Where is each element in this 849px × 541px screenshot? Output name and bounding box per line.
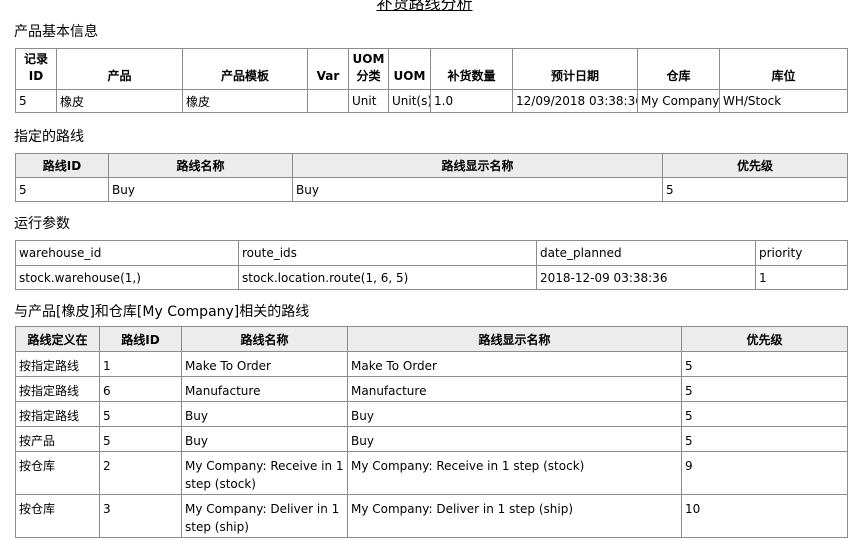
cell-display-name: Buy [347, 426, 682, 452]
header-uom-category: UOM 分类 [348, 48, 389, 90]
header-warehouse: 仓库 [637, 48, 720, 90]
cell-priority: 5 [681, 376, 848, 402]
header-record-id: 记录 ID [15, 48, 57, 90]
run-params-table: warehouse_id route_ids date_planned prio… [15, 240, 848, 290]
cell-display-name: Buy [347, 401, 682, 427]
header-route-id: 路线ID [15, 153, 109, 178]
cell-date: 12/09/2018 03:38:36 [512, 89, 638, 113]
cell-route-name: Manufacture [181, 376, 348, 402]
table-header-row: 路线定义在 路线ID 路线名称 路线显示名称 优先级 [15, 326, 848, 352]
header-display-name: 路线显示名称 [292, 153, 663, 178]
cell-route-name: Buy [181, 426, 348, 452]
header-priority: 优先级 [662, 153, 848, 178]
table-row: 按指定路线 6 Manufacture Manufacture 5 [15, 376, 848, 402]
cell-location: WH/Stock [719, 89, 848, 113]
table-row: 按产品 5 Buy Buy 5 [15, 426, 848, 452]
header-route-name: 路线名称 [108, 153, 293, 178]
table-row: 按仓库 3 My Company: Deliver in 1 step (shi… [15, 494, 848, 538]
cell-route-name: Buy [181, 401, 348, 427]
cell-route-id: 6 [99, 376, 182, 402]
cell-route-name: My Company: Receive in 1 step (stock) [181, 451, 348, 495]
cell-defined-in: 按指定路线 [15, 376, 100, 402]
cell-route-name: Make To Order [181, 351, 348, 377]
table-header-row: 记录 ID 产品 产品模板 Var UOM 分类 UOM 补货数量 预计日期 仓库 … [15, 48, 848, 90]
cell-uom: Unit(s) [388, 89, 431, 113]
cell-uom-category: Unit [348, 89, 389, 113]
header-priority: priority [755, 240, 848, 266]
cell-priority: 5 [662, 177, 848, 202]
header-route-name: 路线名称 [181, 326, 348, 352]
header-defined-in: 路线定义在 [15, 326, 100, 352]
header-location: 库位 [719, 48, 848, 90]
header-priority: 优先级 [681, 326, 848, 352]
cell-warehouse: My Company [637, 89, 720, 113]
header-var: Var [307, 48, 349, 90]
cell-priority: 1 [755, 265, 848, 290]
cell-route-id: 1 [99, 351, 182, 377]
cell-route-name: Buy [108, 177, 293, 202]
cell-display-name: Make To Order [347, 351, 682, 377]
cell-route-name: My Company: Deliver in 1 step (ship) [181, 494, 348, 538]
table-row: 5 橡皮 橡皮 Unit Unit(s) 1.0 12/09/2018 03:3… [15, 89, 848, 113]
page-title: 补货路线分析 [376, 0, 473, 13]
cell-route-id: 2 [99, 451, 182, 495]
cell-display-name: My Company: Receive in 1 step (stock) [347, 451, 682, 495]
cell-display-name: Buy [292, 177, 663, 202]
cell-defined-in: 按仓库 [15, 494, 100, 538]
cell-template: 橡皮 [182, 89, 308, 113]
header-route-id: 路线ID [99, 326, 182, 352]
cell-route-ids: stock.location.route(1, 6, 5) [238, 265, 537, 290]
cell-route-id: 3 [99, 494, 182, 538]
header-template: 产品模板 [182, 48, 308, 90]
header-uom: UOM [388, 48, 431, 90]
table-row: 5 Buy Buy 5 [15, 177, 848, 202]
cell-warehouse-id: stock.warehouse(1,) [15, 265, 239, 290]
cell-priority: 5 [681, 351, 848, 377]
cell-defined-in: 按产品 [15, 426, 100, 452]
table-row: 按指定路线 5 Buy Buy 5 [15, 401, 848, 427]
cell-route-id: 5 [15, 177, 109, 202]
cell-var [307, 89, 349, 113]
table-header-row: warehouse_id route_ids date_planned prio… [15, 240, 848, 266]
cell-defined-in: 按指定路线 [15, 401, 100, 427]
section-title-assigned-routes: 指定的路线 [14, 129, 84, 145]
cell-qty: 1.0 [430, 89, 513, 113]
table-row: 按仓库 2 My Company: Receive in 1 step (sto… [15, 451, 848, 495]
cell-priority: 5 [681, 426, 848, 452]
table-row: stock.warehouse(1,) stock.location.route… [15, 265, 848, 290]
cell-priority: 5 [681, 401, 848, 427]
cell-display-name: Manufacture [347, 376, 682, 402]
cell-priority: 9 [681, 451, 848, 495]
cell-product: 橡皮 [56, 89, 183, 113]
assigned-routes-table: 路线ID 路线名称 路线显示名称 优先级 5 Buy Buy 5 [15, 153, 848, 202]
cell-record-id: 5 [15, 89, 57, 113]
header-display-name: 路线显示名称 [347, 326, 682, 352]
table-row: 按指定路线 1 Make To Order Make To Order 5 [15, 351, 848, 377]
product-info-table: 记录 ID 产品 产品模板 Var UOM 分类 UOM 补货数量 预计日期 仓库 … [15, 48, 848, 113]
cell-date-planned: 2018-12-09 03:38:36 [536, 265, 756, 290]
cell-route-id: 5 [99, 401, 182, 427]
cell-defined-in: 按指定路线 [15, 351, 100, 377]
section-title-related-routes: 与产品[橡皮]和仓库[My Company]相关的路线 [14, 304, 310, 320]
cell-priority: 10 [681, 494, 848, 538]
cell-display-name: My Company: Deliver in 1 step (ship) [347, 494, 682, 538]
section-title-product-info: 产品基本信息 [14, 24, 98, 40]
cell-route-id: 5 [99, 426, 182, 452]
section-title-run-params: 运行参数 [14, 216, 70, 232]
cell-defined-in: 按仓库 [15, 451, 100, 495]
header-date-planned: date_planned [536, 240, 756, 266]
header-qty: 补货数量 [430, 48, 513, 90]
header-product: 产品 [56, 48, 183, 90]
table-header-row: 路线ID 路线名称 路线显示名称 优先级 [15, 153, 848, 178]
header-date: 预计日期 [512, 48, 638, 90]
related-routes-table: 路线定义在 路线ID 路线名称 路线显示名称 优先级 按指定路线 1 Make … [15, 326, 848, 538]
header-route-ids: route_ids [238, 240, 537, 266]
header-warehouse-id: warehouse_id [15, 240, 239, 266]
